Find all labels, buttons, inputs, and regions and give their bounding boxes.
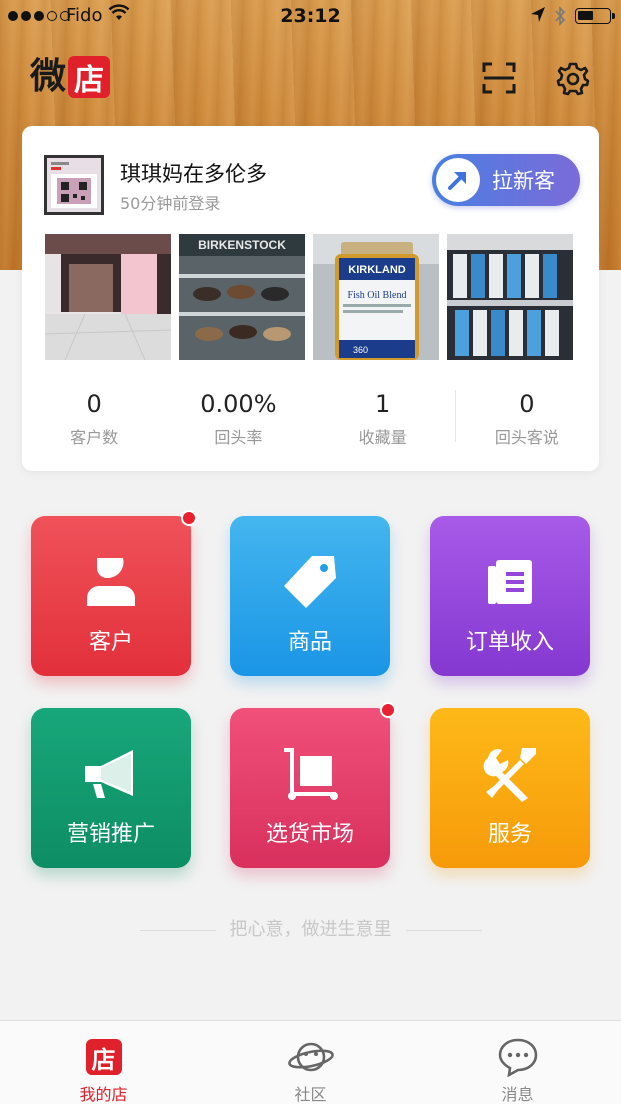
stat-value: 1 [374, 390, 391, 418]
bluetooth-icon [553, 5, 567, 32]
logo-text: 微 [30, 56, 67, 97]
products-tile[interactable]: 商品 [230, 516, 390, 676]
bottom-tab-bar: 店 我的店 社区 消息 [0, 1020, 621, 1104]
sourcing-market-tile[interactable]: 选货市场 [230, 702, 396, 868]
stat-value: 0 [519, 390, 535, 418]
stat-value: 0 [86, 390, 102, 418]
megaphone-icon [31, 742, 191, 806]
tile-label: 商品 [287, 630, 332, 655]
store-photo[interactable]: KIRKLAND Fish Oil Blend 360 [313, 234, 439, 360]
store-photo[interactable]: BIRKENSTOCK [179, 234, 305, 360]
tab-messages[interactable]: 消息 [414, 1021, 621, 1104]
orders-income-tile[interactable]: 订单收入 [430, 516, 590, 676]
photo-caption: BIRKENSTOCK [198, 238, 286, 252]
status-bar: Fido 23:12 [0, 0, 621, 32]
marketing-tile[interactable]: 营销推广 [31, 708, 191, 868]
store-name: 琪琪妈在多伦多 [120, 162, 267, 186]
cart-box-icon [230, 742, 390, 806]
person-icon [31, 550, 191, 614]
ledger-icon [430, 550, 590, 614]
photo-caption: KIRKLAND [348, 264, 405, 276]
invite-new-customer-button[interactable]: 拉新客 [432, 154, 580, 206]
slogan-text: 把心意，做进生意里 [229, 919, 392, 940]
invite-button-label: 拉新客 [492, 169, 555, 193]
notification-dot [380, 702, 396, 718]
store-photo-strip: BIRKENSTOCK KIRKLAND Fish Oil Blend 360 [45, 234, 573, 360]
gear-icon[interactable] [555, 61, 591, 101]
arrow-up-right-icon [436, 158, 480, 202]
tab-label: 我的店 [79, 1085, 128, 1104]
location-arrow-icon [530, 6, 546, 29]
store-photo[interactable] [45, 234, 171, 360]
store-photo[interactable] [447, 234, 573, 360]
stat-returning-reviews[interactable]: 0 回头客说 [454, 384, 599, 454]
tab-community[interactable]: 社区 [207, 1021, 414, 1104]
store-avatar[interactable] [44, 155, 104, 215]
stat-return-rate[interactable]: 0.00% 回头率 [166, 384, 310, 454]
planet-icon [207, 1035, 414, 1079]
stat-label: 回头率 [214, 428, 263, 447]
tools-icon [430, 742, 590, 806]
tile-label: 订单收入 [465, 630, 554, 655]
logo-badge: 店 [68, 56, 111, 98]
tile-label: 营销推广 [66, 822, 155, 847]
store-summary-card: 琪琪妈在多伦多 50分钟前登录 拉新客 BIRKENSTOCK KIRKLAND… [22, 126, 599, 471]
chat-icon [414, 1035, 621, 1079]
photo-subcaption: Fish Oil Blend [348, 290, 407, 301]
price-tag-icon [230, 550, 390, 614]
scan-icon[interactable] [482, 62, 516, 98]
tile-label: 服务 [487, 822, 532, 847]
tile-label: 客户 [88, 630, 133, 655]
stat-customers[interactable]: 0 客户数 [22, 384, 166, 454]
stat-label: 客户数 [70, 428, 119, 447]
battery-icon [575, 8, 615, 24]
store-stats: 0 客户数 0.00% 回头率 1 收藏量 0 回头客说 [22, 384, 599, 454]
clock: 23:12 [280, 5, 341, 27]
notification-dot [181, 510, 197, 526]
tab-my-store[interactable]: 店 我的店 [0, 1021, 207, 1104]
slogan: 把心意，做进生意里 [0, 915, 621, 941]
photo-count: 360 [353, 345, 368, 355]
divider [139, 929, 216, 931]
stat-value: 0.00% [200, 390, 277, 418]
stat-favorites[interactable]: 1 收藏量 [311, 384, 455, 454]
app-logo: 微 店 [30, 56, 111, 98]
customers-tile[interactable]: 客户 [31, 510, 197, 676]
service-tile[interactable]: 服务 [430, 708, 590, 868]
store-icon: 店 [85, 1039, 122, 1075]
tile-label: 选货市场 [265, 822, 354, 847]
divider [405, 929, 482, 931]
stat-label: 收藏量 [358, 428, 407, 447]
tab-label: 社区 [294, 1085, 327, 1104]
stat-label: 回头客说 [494, 428, 559, 447]
tab-label: 消息 [501, 1085, 534, 1104]
last-login-text: 50分钟前登录 [120, 194, 221, 213]
